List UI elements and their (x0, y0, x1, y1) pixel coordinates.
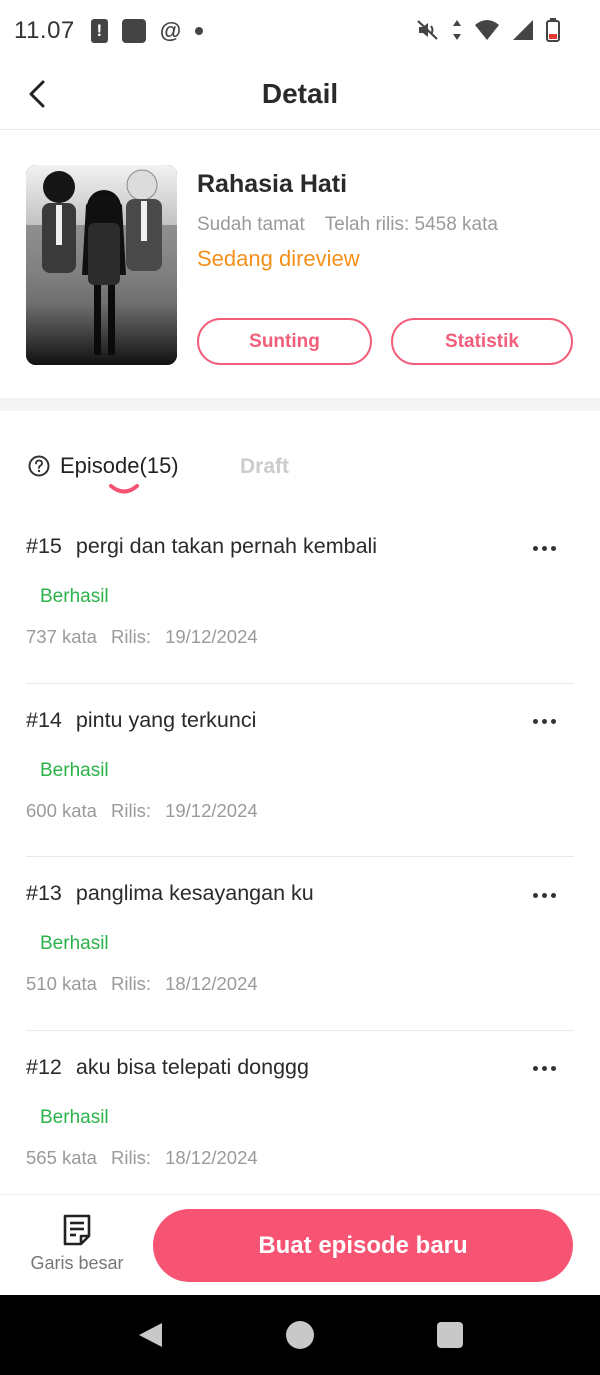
system-navigation-bar (0, 1295, 600, 1375)
more-options-icon[interactable] (532, 1057, 556, 1081)
tab-draft[interactable]: Draft (240, 455, 289, 479)
episode-word-count: 600 kata (26, 799, 97, 821)
episode-number: #15 (26, 534, 62, 558)
release-date: 18/12/2024 (165, 1146, 258, 1168)
episode-meta: 565 kata Rilis: 18/12/2024 (26, 1147, 258, 1169)
release-label: Rilis: (110, 626, 152, 647)
statistics-button[interactable]: Statistik (391, 318, 573, 365)
episode-item[interactable]: #14 pintu yang terkunci Berhasil 600 kat… (26, 684, 574, 857)
outline-note-icon (63, 1214, 91, 1246)
status-right-icons (416, 18, 560, 42)
book-cover-image[interactable] (26, 165, 177, 365)
mute-icon (417, 20, 438, 40)
episode-title: #13 panglima kesayangan ku (26, 881, 314, 906)
section-divider (0, 398, 600, 411)
release-label: Rilis: (110, 1146, 152, 1168)
data-arrows-icon (453, 20, 461, 40)
threads-icon: @ (159, 18, 182, 43)
nav-home-icon[interactable] (286, 1321, 314, 1349)
review-status: Sedang direview (197, 246, 360, 271)
app-header: Detail (0, 62, 600, 130)
status-left-icons: ! @ (90, 18, 204, 43)
signal-icon (513, 20, 533, 40)
episode-number: #14 (26, 707, 62, 732)
status-time: 11.07 (14, 17, 75, 44)
episode-word-count: 737 kata (26, 626, 97, 647)
episode-status: Berhasil (40, 759, 109, 781)
more-options-icon[interactable] (532, 710, 556, 734)
release-date: 18/12/2024 (165, 973, 258, 994)
bottom-action-bar: Garis besar Buat episode baru (0, 1194, 600, 1295)
episode-title: #12 aku bisa telepati donggg (26, 1055, 309, 1080)
episode-name: pergi dan takan pernah kembali (75, 534, 378, 558)
manga-cover-art (26, 165, 177, 365)
book-meta: Sudah tamat Telah rilis: 5458 kata (197, 214, 498, 236)
more-options-icon[interactable] (532, 536, 556, 560)
book-info-section: Rahasia Hati Sudah tamat Telah rilis: 54… (0, 130, 600, 398)
question-circle-icon[interactable] (28, 455, 50, 477)
wifi-icon (475, 20, 499, 40)
episode-number: #12 (26, 1054, 62, 1079)
episode-list: #15 pergi dan takan pernah kembali Berha… (26, 510, 574, 1204)
edit-button[interactable]: Sunting (197, 318, 372, 365)
episode-status: Berhasil (40, 1106, 109, 1128)
episode-item[interactable]: #12 aku bisa telepati donggg Berhasil 56… (26, 1031, 574, 1205)
status-bar: 11.07 ! @ (0, 0, 600, 62)
released-word-count: Telah rilis: 5458 kata (324, 214, 498, 235)
episode-name: panglima kesayangan ku (75, 881, 314, 905)
release-label: Rilis: (110, 799, 152, 821)
episode-name: aku bisa telepati donggg (75, 1054, 309, 1079)
tab-episode[interactable]: Episode(15) (28, 453, 179, 479)
app-square-icon (121, 19, 146, 43)
outline-button[interactable]: Garis besar (22, 1213, 132, 1283)
battery-low-icon (546, 18, 560, 42)
nav-recents-icon[interactable] (437, 1322, 463, 1348)
episode-title: #15 pergi dan takan pernah kembali (26, 534, 377, 559)
page-title: Detail (261, 78, 339, 109)
release-date: 19/12/2024 (165, 799, 258, 821)
episode-meta: 510 kata Rilis: 18/12/2024 (26, 973, 258, 995)
outline-label: Garis besar (30, 1253, 124, 1273)
episode-status: Berhasil (40, 586, 109, 607)
create-episode-button[interactable]: Buat episode baru (153, 1209, 573, 1282)
dot-icon (195, 27, 204, 35)
episode-meta: 600 kata Rilis: 19/12/2024 (26, 800, 258, 822)
episode-title: #14 pintu yang terkunci (26, 708, 256, 733)
episode-tabs: Episode(15) Draft (0, 445, 600, 505)
episode-status: Berhasil (40, 933, 109, 954)
book-title: Rahasia Hati (197, 170, 348, 198)
episode-word-count: 565 kata (26, 1146, 97, 1168)
nav-back-icon[interactable] (136, 1321, 164, 1349)
episode-number: #13 (26, 881, 62, 905)
tab-episode-label: Episode(15) (60, 453, 179, 478)
completion-status: Sudah tamat (197, 214, 305, 235)
alert-icon: ! (90, 19, 108, 43)
episode-item[interactable]: #13 panglima kesayangan ku Berhasil 510 … (26, 857, 574, 1031)
release-label: Rilis: (110, 973, 152, 994)
episode-word-count: 510 kata (26, 973, 97, 994)
episode-item[interactable]: #15 pergi dan takan pernah kembali Berha… (26, 510, 574, 684)
active-tab-indicator (109, 484, 139, 494)
release-date: 19/12/2024 (165, 626, 258, 647)
episode-meta: 737 kata Rilis: 19/12/2024 (26, 626, 258, 648)
more-options-icon[interactable] (532, 883, 556, 907)
episode-name: pintu yang terkunci (75, 707, 257, 732)
